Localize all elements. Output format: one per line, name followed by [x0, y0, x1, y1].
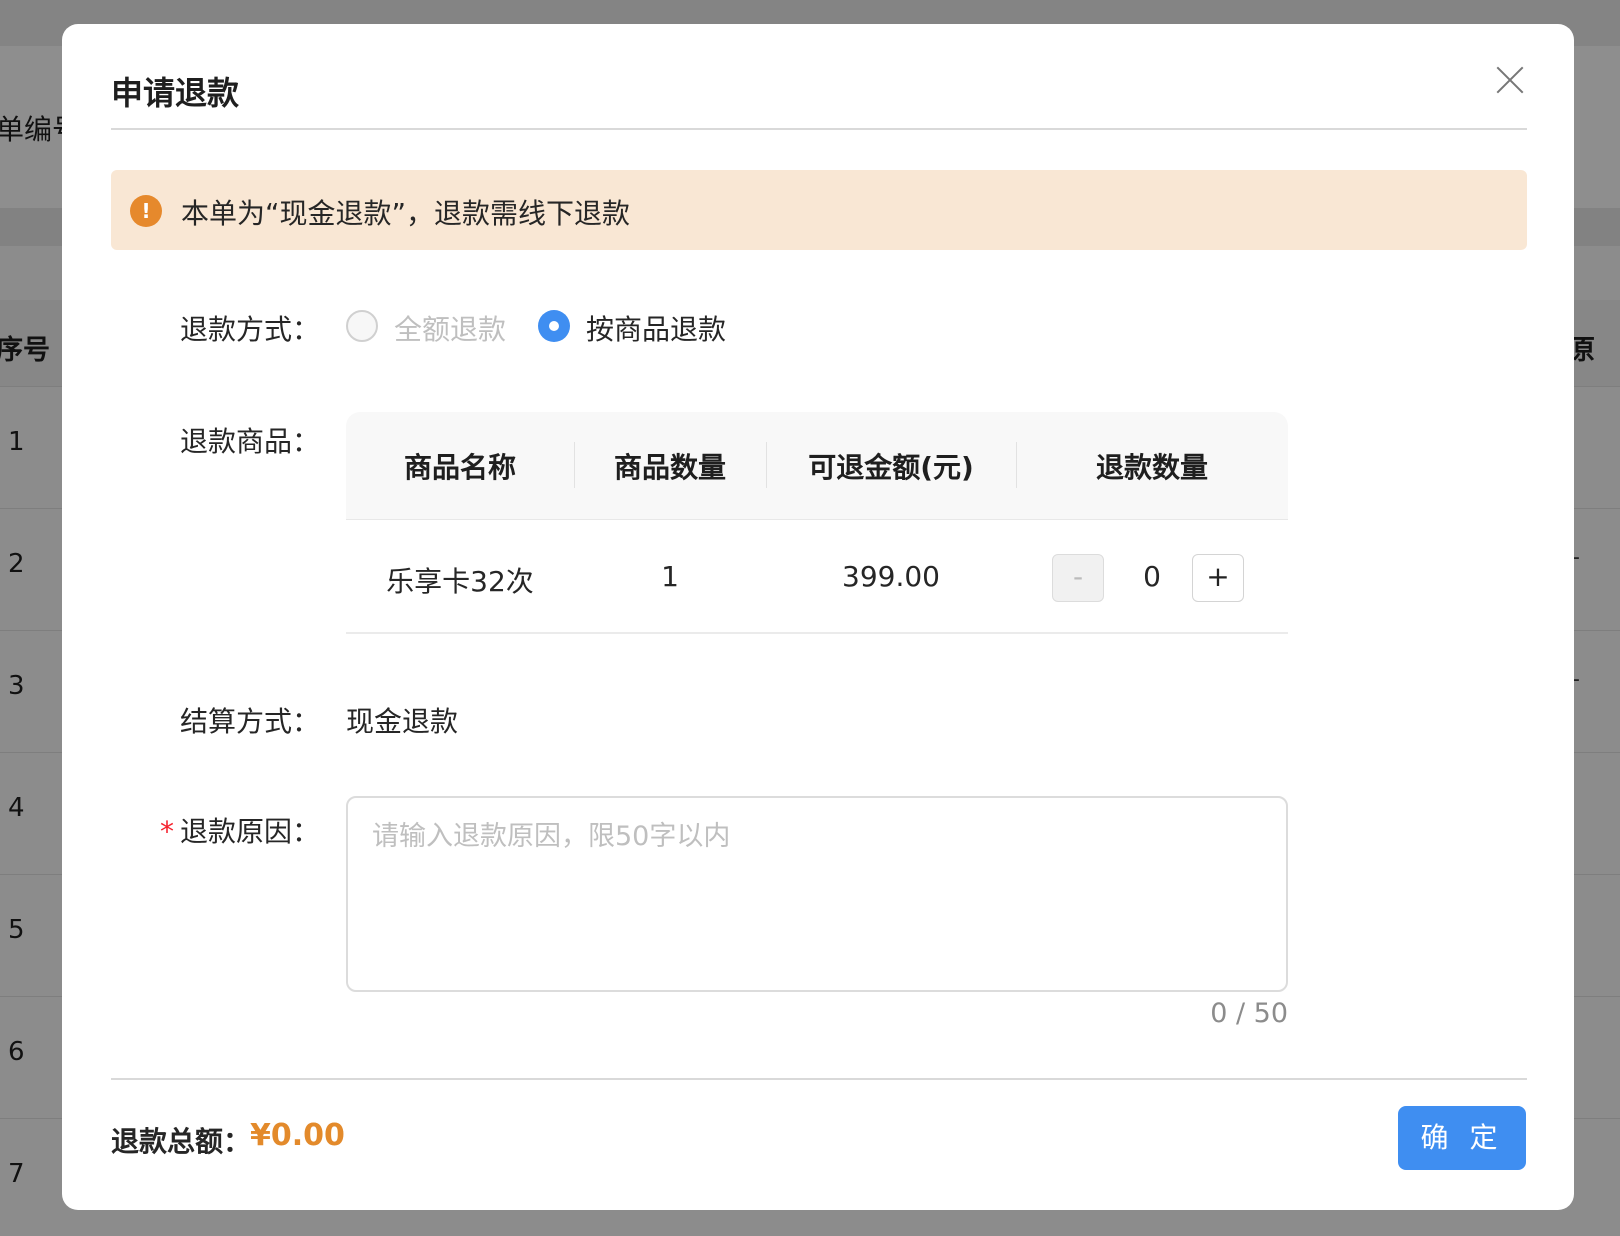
refund-method-label: 退款方式： [179, 313, 320, 346]
radio-by-goods-refund-label[interactable]: 按商品退款 [586, 308, 726, 348]
required-mark: * [159, 815, 174, 848]
column-header-amount: 可退金额(元) [808, 451, 974, 484]
footer-divider [111, 1078, 1527, 1080]
goods-refundable-amount: 399.00 [842, 560, 940, 593]
background-column-seq: 序号 [0, 335, 50, 366]
close-icon[interactable] [1492, 62, 1528, 98]
goods-quantity: 1 [661, 560, 679, 593]
settlement-value: 现金退款 [346, 705, 459, 738]
column-header-quantity: 商品数量 [613, 451, 726, 484]
refund-reason-label: * 退款原因： [120, 810, 320, 850]
row-number: 7 [8, 1159, 25, 1189]
column-header-refund-qty: 退款数量 [1095, 451, 1208, 484]
table-row: 乐享卡32次 1 399.00 - 0 + [346, 520, 1288, 634]
column-header-name: 商品名称 [403, 451, 516, 484]
character-counter: 0 / 50 [1210, 998, 1288, 1029]
warning-alert: ! 本单为“现金退款”，退款需线下退款 [111, 170, 1527, 250]
dialog-title: 申请退款 [111, 74, 240, 112]
refund-reason-textarea[interactable]: 请输入退款原因，限50字以内 [346, 796, 1288, 992]
quantity-decrement-button[interactable]: - [1052, 554, 1104, 602]
goods-name: 乐享卡32次 [386, 565, 534, 598]
radio-full-refund-label[interactable]: 全额退款 [394, 308, 506, 348]
goods-table: 商品名称 商品数量 可退金额(元) 退款数量 乐享卡32次 1 399.00 -… [346, 412, 1288, 638]
refund-goods-label: 退款商品： [179, 425, 320, 458]
row-number: 2 [8, 549, 25, 579]
refund-total-value: ¥0.00 [250, 1118, 345, 1153]
refund-dialog: 申请退款 ! 本单为“现金退款”，退款需线下退款 退款方式： 全额退款 按商品退… [62, 24, 1574, 1210]
quantity-increment-button[interactable]: + [1192, 554, 1244, 602]
table-header: 商品名称 商品数量 可退金额(元) 退款数量 [346, 412, 1288, 520]
confirm-button[interactable]: 确 定 [1398, 1106, 1526, 1170]
refund-reason-placeholder: 请输入退款原因，限50字以内 [372, 821, 731, 852]
radio-full-refund[interactable] [346, 310, 378, 342]
row-number: 3 [8, 671, 25, 701]
row-number: 1 [8, 427, 25, 457]
refund-reason-label-text: 退款原因： [179, 815, 320, 848]
radio-by-goods-refund[interactable] [538, 310, 570, 342]
refund-quantity-value: 0 [1143, 560, 1161, 593]
row-number: 5 [8, 915, 25, 945]
exclamation-circle-icon: ! [130, 195, 162, 227]
row-number: 6 [8, 1037, 25, 1067]
refund-total-label: 退款总额： [111, 1125, 252, 1158]
settlement-label: 结算方式： [179, 705, 320, 738]
title-divider [111, 128, 1527, 130]
alert-text: 本单为“现金退款”，退款需线下退款 [181, 197, 631, 230]
row-number: 4 [8, 793, 25, 823]
